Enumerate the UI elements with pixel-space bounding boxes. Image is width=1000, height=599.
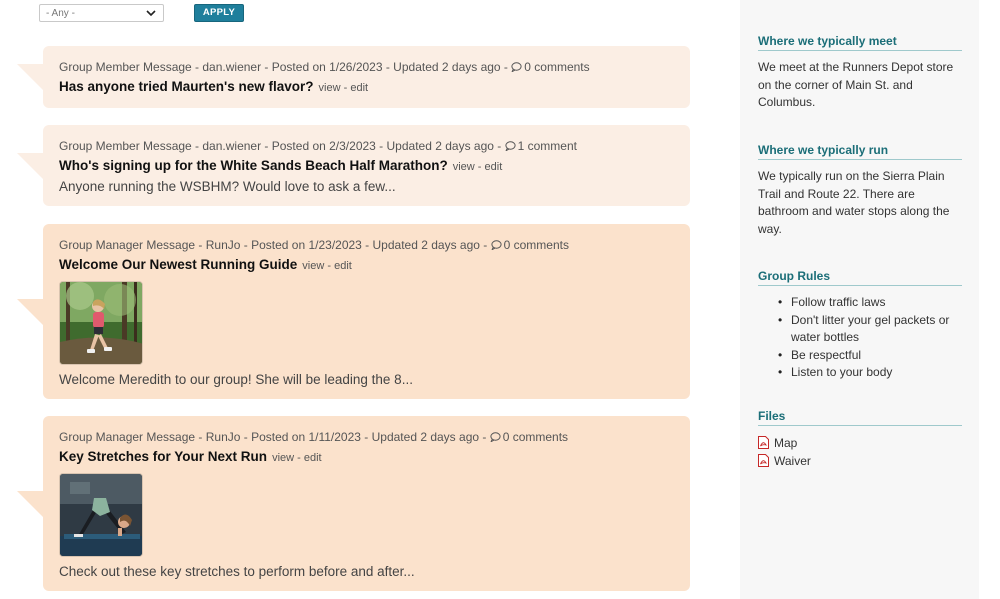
edit-link[interactable]: edit bbox=[350, 82, 368, 94]
message-meta: Group Manager Message - RunJo - Posted o… bbox=[59, 430, 674, 445]
speech-bubble-tail bbox=[17, 153, 45, 181]
runner-in-forest-photo[interactable] bbox=[59, 281, 143, 365]
speech-bubble-tail bbox=[17, 491, 45, 519]
file-link-waiver[interactable]: Waiver bbox=[758, 453, 811, 469]
comment-icon bbox=[511, 62, 522, 72]
view-link[interactable]: view bbox=[272, 452, 294, 464]
message-card: Group Manager Message - RunJo - Posted o… bbox=[17, 416, 690, 591]
message-meta: Group Manager Message - RunJo - Posted o… bbox=[59, 238, 674, 253]
view-link[interactable]: view bbox=[319, 82, 341, 94]
view-link[interactable]: view bbox=[302, 260, 324, 272]
comment-icon bbox=[490, 432, 501, 442]
file-label: Map bbox=[774, 436, 798, 450]
message-excerpt: Welcome Meredith to our group! She will … bbox=[59, 372, 413, 387]
pdf-file-icon bbox=[758, 436, 769, 449]
chevron-down-icon bbox=[146, 10, 156, 17]
message-card: Group Manager Message - RunJo - Posted o… bbox=[17, 224, 690, 399]
comment-count-link[interactable]: 0 comments bbox=[504, 238, 569, 252]
message-card: Group Member Message - dan.wiener - Post… bbox=[17, 46, 690, 108]
message-meta: Group Member Message - dan.wiener - Post… bbox=[59, 60, 674, 75]
run-text: We typically run on the Sierra Plain Tra… bbox=[758, 169, 950, 236]
comment-icon bbox=[504, 141, 516, 151]
filter-select-value: - Any - bbox=[46, 8, 75, 19]
files-heading: Files bbox=[758, 409, 962, 426]
action-separator: - bbox=[294, 452, 304, 464]
sidebar: Where we typically meet We meet at the R… bbox=[740, 0, 979, 599]
pdf-file-icon bbox=[758, 454, 769, 467]
speech-bubble-tail bbox=[17, 299, 45, 327]
message-meta-text: Group Member Message - dan.wiener - Post… bbox=[59, 139, 505, 153]
file-label: Waiver bbox=[774, 454, 811, 468]
message-title-link[interactable]: Has anyone tried Maurten's new flavor? bbox=[59, 79, 314, 94]
comment-count-link[interactable]: 0 comments bbox=[503, 430, 568, 444]
meet-text: We meet at the Runners Depot store on th… bbox=[758, 60, 954, 109]
rule-item: Listen to your body bbox=[773, 364, 963, 382]
action-separator: - bbox=[474, 161, 485, 173]
rules-heading: Group Rules bbox=[758, 269, 962, 286]
meet-heading: Where we typically meet bbox=[758, 34, 962, 51]
message-card: Group Member Message - dan.wiener - Post… bbox=[17, 125, 690, 206]
rule-item: Follow traffic laws bbox=[773, 294, 963, 312]
message-title-link[interactable]: Welcome Our Newest Running Guide bbox=[59, 257, 297, 272]
rule-item: Don't litter your gel packets or water b… bbox=[773, 312, 963, 347]
message-meta-text: Group Manager Message - RunJo - Posted o… bbox=[59, 238, 491, 252]
speech-bubble-tail bbox=[17, 64, 45, 92]
action-separator: - bbox=[340, 82, 351, 94]
message-title-link[interactable]: Who's signing up for the White Sands Bea… bbox=[59, 158, 448, 173]
filter-select[interactable]: - Any - bbox=[39, 4, 164, 22]
message-meta-text: Group Member Message - dan.wiener - Post… bbox=[59, 60, 512, 74]
rules-list: Follow traffic laws Don't litter your ge… bbox=[773, 294, 963, 382]
comment-count-link[interactable]: 0 comments bbox=[524, 60, 589, 74]
apply-button[interactable]: APPLY bbox=[194, 4, 244, 22]
edit-link[interactable]: edit bbox=[485, 161, 503, 173]
message-excerpt: Anyone running the WSBHM? Would love to … bbox=[59, 179, 396, 194]
run-heading: Where we typically run bbox=[758, 143, 962, 160]
message-excerpt: Check out these key stretches to perform… bbox=[59, 564, 415, 579]
comment-icon bbox=[490, 240, 502, 250]
edit-link[interactable]: edit bbox=[334, 260, 352, 272]
rule-item: Be respectful bbox=[773, 347, 963, 365]
downward-dog-stretch-photo[interactable] bbox=[59, 473, 143, 557]
edit-link[interactable]: edit bbox=[304, 452, 322, 464]
file-link-map[interactable]: Map bbox=[758, 435, 797, 451]
message-title-link[interactable]: Key Stretches for Your Next Run bbox=[59, 449, 267, 464]
message-meta: Group Member Message - dan.wiener - Post… bbox=[59, 139, 674, 154]
view-link[interactable]: view bbox=[453, 161, 475, 173]
action-separator: - bbox=[324, 260, 335, 272]
message-meta-text: Group Manager Message - RunJo - Posted o… bbox=[59, 430, 490, 444]
comment-count-link[interactable]: 1 comment bbox=[518, 139, 577, 153]
